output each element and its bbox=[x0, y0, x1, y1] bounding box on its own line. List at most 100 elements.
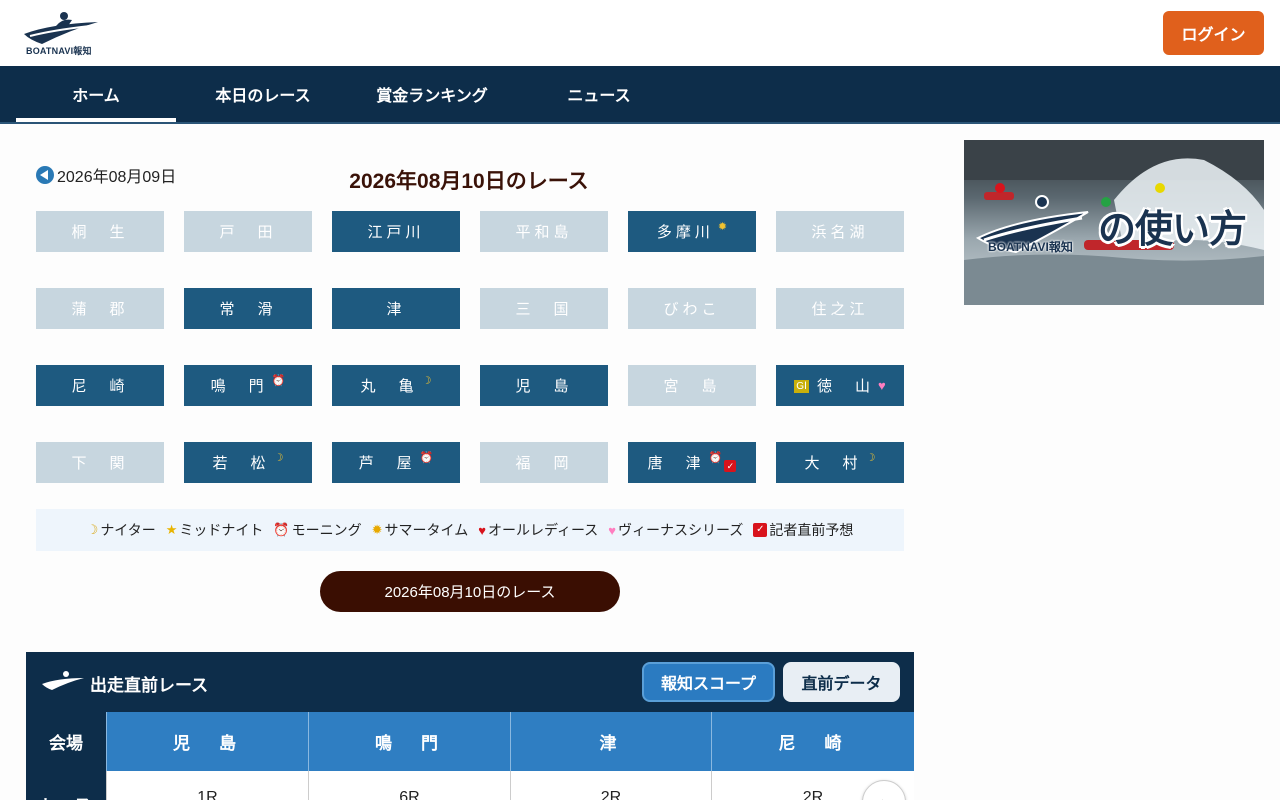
prev-date-label: 2026年08月09日 bbox=[57, 169, 177, 186]
venue-button[interactable]: 若 松 ☽ bbox=[184, 442, 312, 483]
venue-name: 児 島 bbox=[515, 379, 573, 395]
venue-button[interactable]: 鳴 門 ⏰ bbox=[184, 365, 312, 406]
venue-name: 三 国 bbox=[515, 302, 573, 318]
sun-icon: ✹ bbox=[717, 221, 728, 233]
banner-logo-text: BOATNAVI報知 bbox=[988, 240, 1073, 254]
venue-name: 住之江 bbox=[811, 302, 869, 318]
legend-reporter: ✓ 記者直前予想 bbox=[753, 520, 853, 540]
nav-prize-ranking[interactable]: 賞金ランキング bbox=[352, 66, 512, 122]
pink-heart-icon: ♥ bbox=[608, 522, 617, 538]
legend-ladies: ♥ オールレディース bbox=[478, 522, 599, 538]
venue-name: 桐 生 bbox=[71, 225, 129, 241]
venue-name: 芦 屋 bbox=[358, 456, 416, 472]
venue-name: 大 村 bbox=[804, 456, 862, 472]
venue-name: 若 松 bbox=[212, 456, 270, 472]
sun-icon: ✹ bbox=[371, 522, 383, 537]
venue-button[interactable]: 多摩川 ✹ bbox=[628, 211, 756, 252]
grade-badge: GⅠ bbox=[794, 380, 809, 393]
nav-news[interactable]: ニュース bbox=[519, 66, 679, 122]
how-to-use-banner[interactable]: BOATNAVI報知 の使い方 bbox=[964, 140, 1264, 305]
venue-button[interactable]: 常 滑 bbox=[184, 288, 312, 329]
upcoming-venue[interactable]: 津 bbox=[510, 712, 711, 771]
venue-name: 徳 山 bbox=[817, 379, 875, 395]
venue-name: 宮 島 bbox=[663, 379, 721, 395]
venue-name: 下 関 bbox=[71, 456, 129, 472]
venue-button[interactable]: 丸 亀 ☽ bbox=[332, 365, 460, 406]
boat-logo-icon bbox=[42, 671, 84, 690]
prev-date-link[interactable]: 2026年08月09日 bbox=[36, 163, 176, 187]
site-header: BOATNAVI報知 ログイン bbox=[0, 0, 1280, 66]
venue-name: 津 bbox=[386, 302, 406, 318]
venue-name: 唐 津 bbox=[647, 456, 705, 472]
venue-button[interactable]: 江戸川 bbox=[332, 211, 460, 252]
check-box-icon: ✓ bbox=[724, 459, 737, 472]
venue-button[interactable]: 津 bbox=[332, 288, 460, 329]
crescent-moon-icon: ☽ bbox=[273, 452, 284, 464]
venue-name: 平和島 bbox=[515, 225, 573, 241]
venue-name: 蒲 郡 bbox=[71, 302, 129, 318]
venue-button[interactable]: GⅠ 徳 山 ♥ bbox=[776, 365, 904, 406]
upcoming-title: 出走直前レース bbox=[90, 676, 209, 695]
venue-button[interactable]: 桐 生 bbox=[36, 211, 164, 252]
nav-todays-races[interactable]: 本日のレース bbox=[183, 66, 343, 122]
alarm-clock-icon: ⏰ bbox=[708, 452, 723, 464]
login-button[interactable]: ログイン bbox=[1163, 11, 1264, 55]
venue-name: 丸 亀 bbox=[360, 379, 418, 395]
venue-button[interactable]: 三 国 bbox=[480, 288, 608, 329]
alarm-clock-icon: ⏰ bbox=[271, 375, 286, 387]
venue-name: 多摩川 bbox=[656, 225, 714, 241]
venue-button[interactable]: 浜名湖 bbox=[776, 211, 904, 252]
upcoming-venue[interactable]: 児 島 bbox=[106, 712, 308, 771]
upcoming-race[interactable]: 6R bbox=[308, 771, 510, 800]
venue-button[interactable]: 戸 田 bbox=[184, 211, 312, 252]
race-list-button[interactable]: 2026年08月10日のレース bbox=[320, 571, 620, 612]
pink-heart-icon: ♥ bbox=[878, 377, 886, 393]
legend-summertime: ✹ サマータイム bbox=[371, 522, 469, 538]
direct-data-button[interactable]: 直前データ bbox=[783, 662, 900, 702]
upcoming-race[interactable]: 1R bbox=[106, 771, 308, 800]
upcoming-races-panel: 出走直前レース 報知スコープ 直前データ 会場 児 島 鳴 門 津 尼 崎 レー… bbox=[26, 652, 914, 800]
star-icon: ★ bbox=[165, 522, 178, 537]
legend-venus: ♥ ヴィーナスシリーズ bbox=[608, 522, 744, 538]
venue-name: 戸 田 bbox=[219, 225, 277, 241]
crescent-moon-icon: ☽ bbox=[421, 375, 432, 387]
hochi-scope-button[interactable]: 報知スコープ bbox=[642, 662, 775, 702]
venue-name: びわこ bbox=[663, 302, 721, 318]
venue-button[interactable]: 平和島 bbox=[480, 211, 608, 252]
nav-home[interactable]: ホーム bbox=[16, 66, 176, 122]
venue-button[interactable]: 唐 津 ⏰ ✓ bbox=[628, 442, 756, 483]
venue-name: 江戸川 bbox=[367, 225, 425, 241]
venue-name: 福 岡 bbox=[515, 456, 573, 472]
venue-button[interactable]: 児 島 bbox=[480, 365, 608, 406]
venue-button[interactable]: 芦 屋 ⏰ bbox=[332, 442, 460, 483]
crescent-moon-icon: ☽ bbox=[86, 522, 99, 537]
legend: ☽ ナイター ★ ミッドナイト ⏰ モーニング ✹ サマータイム ♥ オールレデ… bbox=[36, 509, 904, 551]
venue-name: 常 滑 bbox=[219, 302, 277, 318]
crescent-moon-icon: ☽ bbox=[865, 452, 876, 464]
banner-headline: の使い方 bbox=[1098, 207, 1247, 251]
legend-midnight: ★ ミッドナイト bbox=[165, 522, 264, 538]
legend-morning: ⏰ モーニング bbox=[273, 522, 362, 538]
site-logo[interactable]: BOATNAVI報知 bbox=[20, 10, 102, 58]
logo-text: BOATNAVI報知 bbox=[26, 46, 92, 56]
venue-button[interactable]: 蒲 郡 bbox=[36, 288, 164, 329]
upcoming-venue[interactable]: 尼 崎 bbox=[711, 712, 914, 771]
page-title: 2026年08月10日のレース bbox=[349, 170, 589, 193]
venue-name: 浜名湖 bbox=[811, 225, 869, 241]
venue-button[interactable]: 住之江 bbox=[776, 288, 904, 329]
venue-button[interactable]: 尼 崎 bbox=[36, 365, 164, 406]
alarm-clock-icon: ⏰ bbox=[273, 522, 290, 537]
check-box-icon: ✓ bbox=[753, 523, 768, 537]
upcoming-header: 出走直前レース 報知スコープ 直前データ bbox=[26, 652, 914, 712]
venue-button[interactable]: 福 岡 bbox=[480, 442, 608, 483]
upcoming-venue[interactable]: 鳴 門 bbox=[308, 712, 510, 771]
venue-button[interactable]: びわこ bbox=[628, 288, 756, 329]
upcoming-race[interactable]: 2R bbox=[510, 771, 711, 800]
boat-logo-icon bbox=[24, 12, 98, 44]
main-nav: ホーム 本日のレース 賞金ランキング ニュース bbox=[0, 66, 1280, 124]
venue-button[interactable]: 下 関 bbox=[36, 442, 164, 483]
venue-button[interactable]: 宮 島 bbox=[628, 365, 756, 406]
back-arrow-icon bbox=[36, 166, 54, 184]
venue-button[interactable]: 大 村 ☽ bbox=[776, 442, 904, 483]
venue-name: 鳴 門 bbox=[210, 379, 268, 395]
